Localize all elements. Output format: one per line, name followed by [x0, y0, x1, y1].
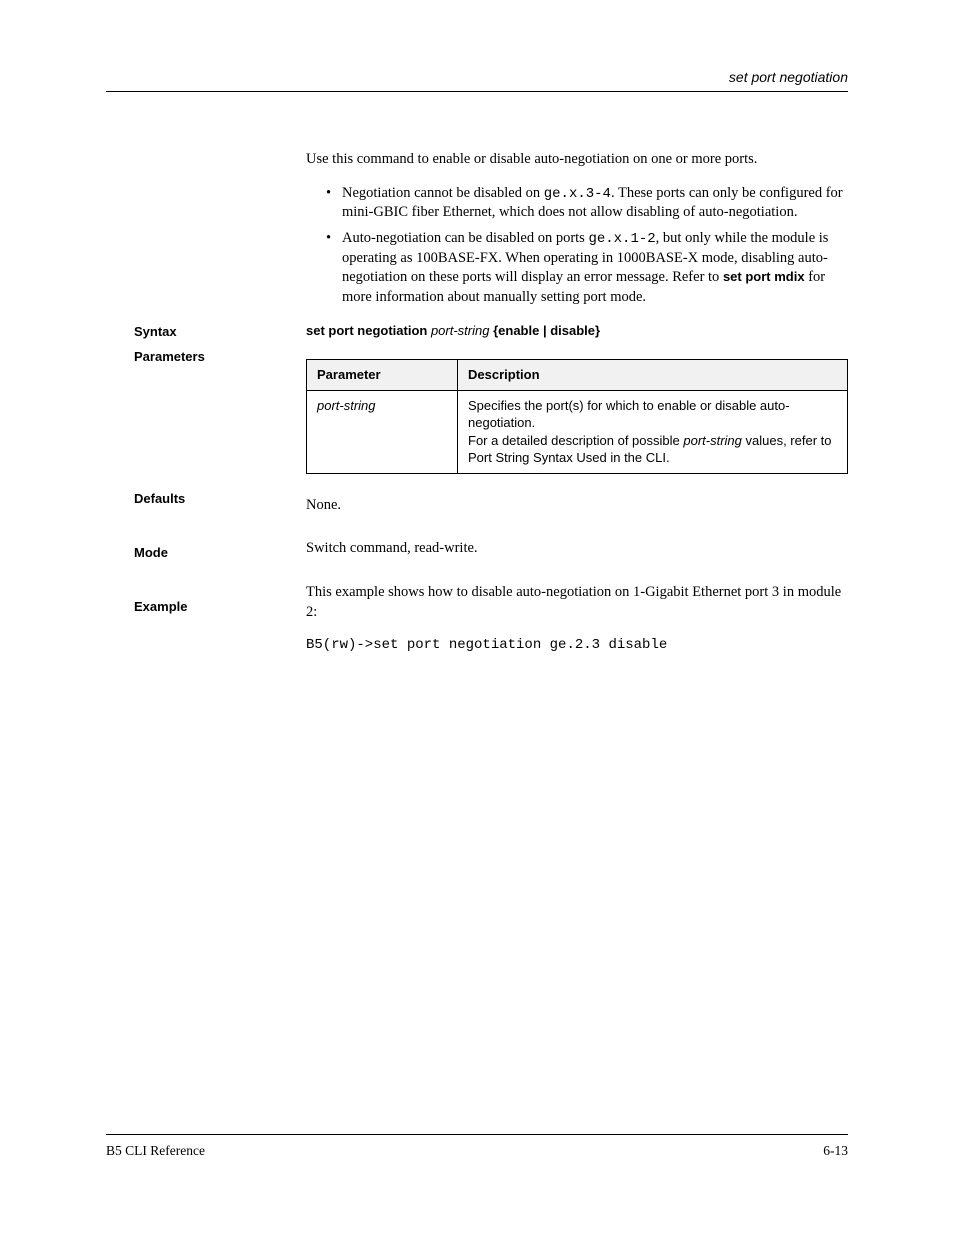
mode-text: Switch command, read-write. — [306, 539, 848, 559]
xref-link[interactable]: set port mdix — [723, 269, 805, 284]
footer-rule — [106, 1134, 848, 1135]
footer-row: B5 CLI Reference 6-13 — [0, 1143, 954, 1159]
header-rule — [106, 91, 848, 92]
header-command-title: set port negotiation — [0, 69, 954, 85]
content-area: Use this command to enable or disable au… — [306, 150, 848, 669]
cmd-options: {enable | disable} — [489, 323, 600, 338]
desc-text: For a detailed description of possible — [468, 433, 683, 448]
cmd-arg: port-string — [431, 323, 490, 338]
notes-list: Negotiation cannot be disabled on ge.x.3… — [306, 184, 848, 308]
table-cell-param: port-string — [307, 390, 458, 473]
table-cell-desc: Specifies the port(s) for which to enabl… — [458, 390, 848, 473]
section-label-mode: Mode — [134, 545, 294, 560]
table-header-row: Parameter Description — [307, 360, 848, 391]
cmd-name: set port negotiation — [306, 323, 431, 338]
desc-text: Specifies the port(s) for which to enabl… — [468, 398, 790, 431]
list-item: Auto-negotiation can be disabled on port… — [326, 229, 848, 308]
example-code: B5(rw)->set port negotiation ge.2.3 disa… — [306, 636, 848, 655]
note-text: Auto-negotiation can be disabled on port… — [342, 230, 588, 246]
example-text: This example shows how to disable auto-n… — [306, 583, 848, 622]
table-header: Parameter — [307, 360, 458, 391]
parameters-table-wrap: Parameter Description port-string Specif… — [306, 359, 848, 474]
intro-paragraph: Use this command to enable or disable au… — [306, 150, 848, 170]
desc-ital: port-string — [683, 433, 742, 448]
page-header: set port negotiation — [0, 69, 954, 92]
param-name: port-string — [317, 398, 376, 413]
port-code: ge.x.3-4 — [544, 186, 611, 202]
note-text: Negotiation cannot be disabled on — [342, 185, 544, 201]
section-label-defaults: Defaults — [134, 491, 294, 506]
footer-page-number: 6-13 — [823, 1143, 848, 1159]
list-item: Negotiation cannot be disabled on ge.x.3… — [326, 184, 848, 223]
footer-doc-title: B5 CLI Reference — [106, 1143, 205, 1159]
defaults-text: None. — [306, 496, 848, 516]
table-header: Description — [458, 360, 848, 391]
page: set port negotiation Use this command to… — [0, 0, 954, 1235]
parameters-table: Parameter Description port-string Specif… — [306, 359, 848, 474]
section-label-example: Example — [134, 599, 294, 614]
page-footer: B5 CLI Reference 6-13 — [0, 1134, 954, 1159]
table-row: port-string Specifies the port(s) for wh… — [307, 390, 848, 473]
xref-link[interactable]: Port String Syntax Used in the CLI — [468, 450, 666, 465]
desc-text: values, refer to — [742, 433, 832, 448]
port-code: ge.x.1-2 — [588, 231, 655, 247]
syntax-command: set port negotiation port-string {enable… — [306, 322, 848, 342]
section-label-syntax: Syntax — [134, 324, 294, 339]
section-label-parameters: Parameters — [134, 349, 294, 364]
